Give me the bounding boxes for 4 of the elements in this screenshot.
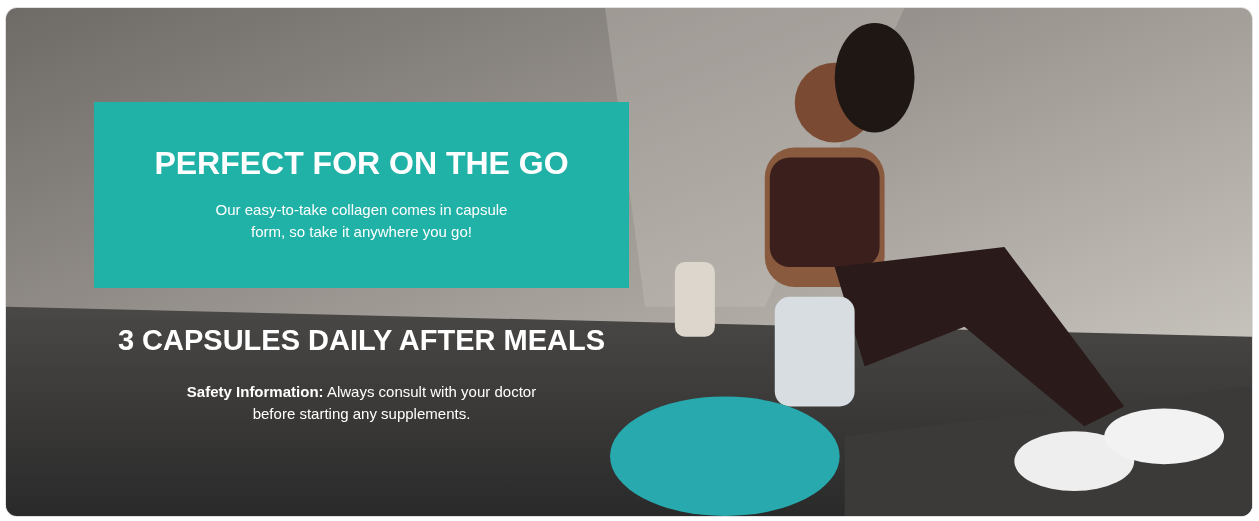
safety-text: Safety Information: Always consult with your doctor before starting any supplements. <box>185 382 538 424</box>
callout-title: PERFECT FOR ON THE GO <box>154 147 569 179</box>
callout-text: Our easy-to-take collagen comes in capsule form, so take it anywhere you go! <box>214 200 509 242</box>
dosage-heading: 3 CAPSULES DAILY AFTER MEALS <box>116 326 607 355</box>
